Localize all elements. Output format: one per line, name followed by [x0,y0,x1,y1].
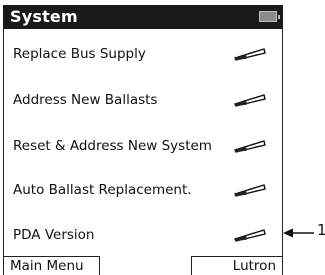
battery-icon [259,11,280,22]
toggle-switch-icon[interactable] [233,93,267,107]
toggle-switch-icon[interactable] [233,183,267,197]
toggle-switch-icon[interactable] [233,47,267,61]
menu-item-replace-bus-supply[interactable]: Replace Bus Supply [13,46,146,62]
menu-item-address-new-ballasts[interactable]: Address New Ballasts [13,92,157,108]
callout-arrow-icon [283,225,315,239]
page-title: System [10,7,78,26]
lutron-button[interactable]: Lutron [191,256,283,275]
menu-item-reset-address-new-system[interactable]: Reset & Address New System [13,138,212,154]
toggle-switch-icon[interactable] [233,139,267,153]
menu-item-pda-version[interactable]: PDA Version [13,227,94,243]
main-menu-button[interactable]: Main Menu [3,256,100,275]
toggle-switch-icon[interactable] [233,228,267,242]
menu-item-auto-ballast-replacement[interactable]: Auto Ballast Replacement. [13,182,192,198]
callout-number: 1 [317,221,325,239]
title-bar: System [3,5,283,29]
